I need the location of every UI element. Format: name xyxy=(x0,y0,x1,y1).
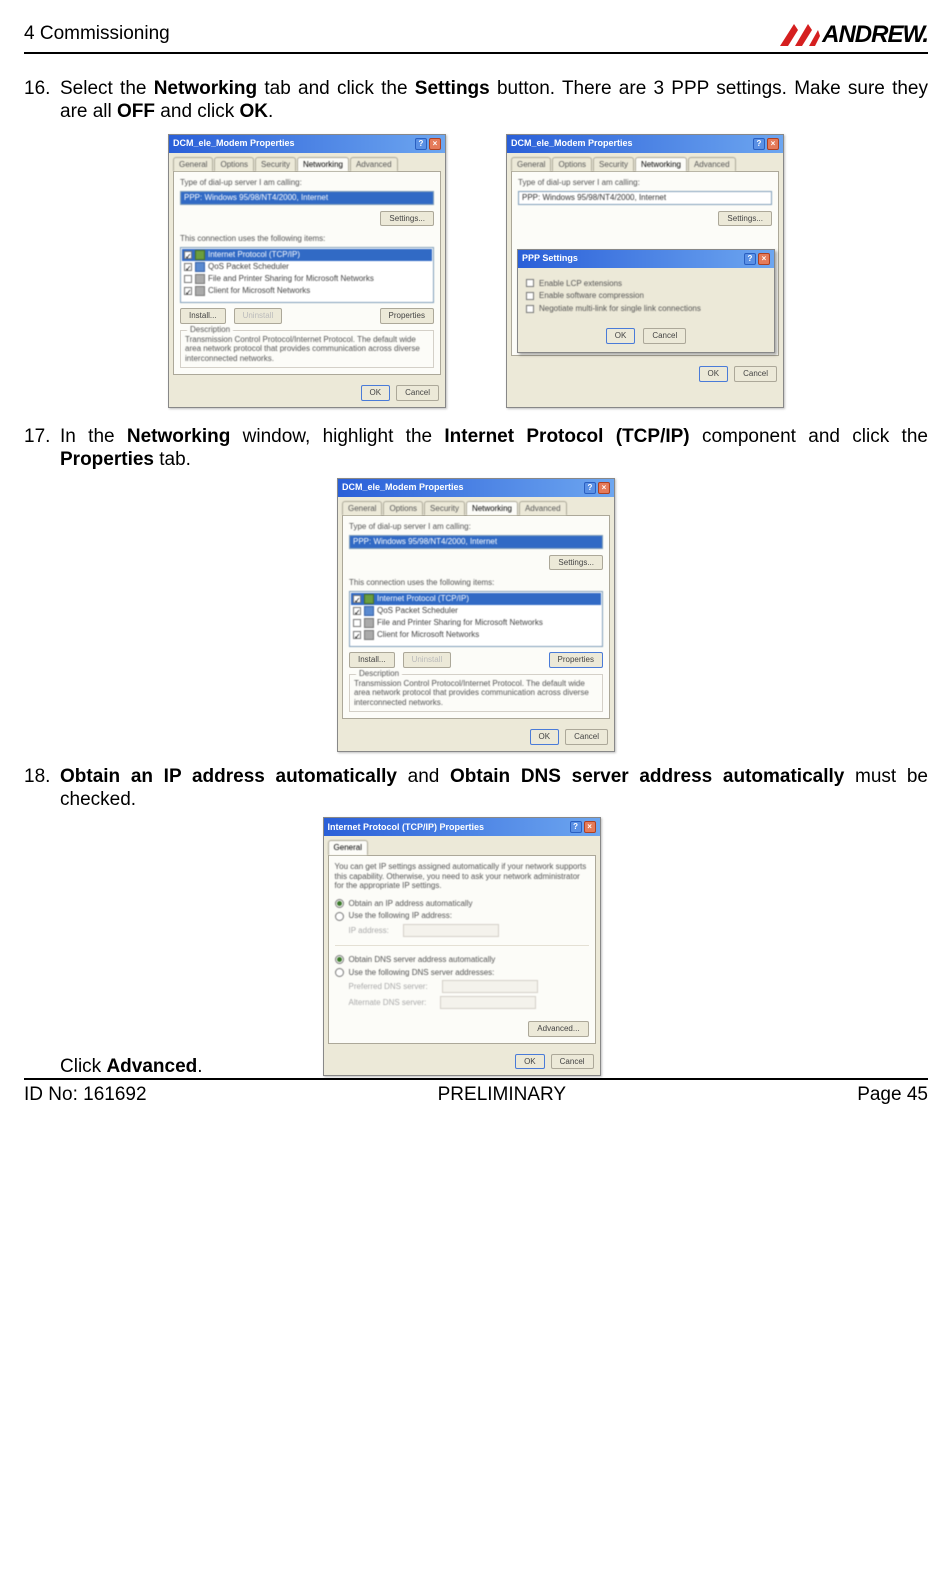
step-number: 16. xyxy=(24,78,60,124)
page-header: 4 Commissioning ANDREW. xyxy=(24,20,928,54)
ok-button[interactable]: OK xyxy=(699,366,729,382)
ppp-settings-dialog: PPP Settings ? × Enable LCP extensions E… xyxy=(517,249,775,353)
install-button[interactable]: Install... xyxy=(349,652,395,668)
dialog-titlebar: DCM_ele_Modem Properties ? × xyxy=(507,135,783,153)
properties-button[interactable]: Properties xyxy=(549,652,603,668)
close-icon[interactable]: × xyxy=(758,253,770,265)
server-type-combo[interactable]: PPP: Windows 95/98/NT4/2000, Internet xyxy=(180,191,434,205)
settings-button[interactable]: Settings... xyxy=(549,555,603,571)
settings-button[interactable]: Settings... xyxy=(718,211,772,227)
dns-auto-radio[interactable] xyxy=(335,955,344,964)
tab-advanced[interactable]: Advanced xyxy=(688,157,736,172)
ok-button[interactable]: OK xyxy=(606,328,636,344)
dialog-title: DCM_ele_Modem Properties xyxy=(173,138,295,149)
components-list[interactable]: Internet Protocol (TCP/IP) QoS Packet Sc… xyxy=(349,591,603,647)
components-list[interactable]: Internet Protocol (TCP/IP) QoS Packet Sc… xyxy=(180,247,434,303)
logo-text: ANDREW. xyxy=(822,21,928,50)
compression-checkbox[interactable] xyxy=(526,292,534,300)
dns-pref-field xyxy=(442,980,538,993)
uses-label: This connection uses the following items… xyxy=(180,234,434,244)
tab-general[interactable]: General xyxy=(173,157,213,172)
share-icon xyxy=(364,618,374,628)
tab-general[interactable]: General xyxy=(328,840,368,855)
qos-icon xyxy=(195,262,205,272)
ip-manual-radio[interactable] xyxy=(335,912,344,921)
tab-security[interactable]: Security xyxy=(593,157,634,172)
footer-id: ID No: 161692 xyxy=(24,1084,147,1107)
modem-properties-dialog-1: DCM_ele_Modem Properties ? × General Opt… xyxy=(168,134,446,408)
cancel-button[interactable]: Cancel xyxy=(551,1054,594,1070)
lcp-checkbox[interactable] xyxy=(526,279,534,287)
close-icon[interactable]: × xyxy=(598,482,610,494)
cancel-button[interactable]: Cancel xyxy=(565,729,608,745)
ip-auto-radio[interactable] xyxy=(335,899,344,908)
client-icon xyxy=(364,630,374,640)
footer-page: Page 45 xyxy=(857,1084,928,1107)
type-label: Type of dial-up server I am calling: xyxy=(180,178,434,188)
dialog-titlebar: DCM_ele_Modem Properties ? × xyxy=(169,135,445,153)
dns-alt-field xyxy=(440,996,536,1009)
cancel-button[interactable]: Cancel xyxy=(734,366,777,382)
close-icon[interactable]: × xyxy=(767,138,779,150)
step-17: 17. In the Networking window, highlight … xyxy=(24,426,928,472)
step-16-images: DCM_ele_Modem Properties ? × General Opt… xyxy=(24,134,928,408)
protocol-icon xyxy=(195,250,205,260)
protocol-icon xyxy=(364,594,374,604)
ok-button[interactable]: OK xyxy=(530,729,560,745)
help-icon[interactable]: ? xyxy=(744,253,756,265)
step-body: Select the Networking tab and click the … xyxy=(60,78,928,124)
tab-options[interactable]: Options xyxy=(552,157,592,172)
client-icon xyxy=(195,286,205,296)
ok-button[interactable]: OK xyxy=(361,385,391,401)
modem-properties-dialog-3: DCM_ele_Modem Properties ? × General Opt… xyxy=(337,478,615,752)
settings-button[interactable]: Settings... xyxy=(380,211,434,227)
tab-options[interactable]: Options xyxy=(214,157,254,172)
dialog-title: DCM_ele_Modem Properties xyxy=(511,138,633,149)
tab-general[interactable]: General xyxy=(511,157,551,172)
tab-networking[interactable]: Networking xyxy=(635,157,687,172)
ok-button[interactable]: OK xyxy=(515,1054,545,1070)
modem-properties-dialog-2: DCM_ele_Modem Properties ? × General Opt… xyxy=(506,134,784,408)
help-icon[interactable]: ? xyxy=(753,138,765,150)
qos-icon xyxy=(364,606,374,616)
uninstall-button[interactable]: Uninstall xyxy=(403,652,452,668)
page-footer: ID No: 161692 PRELIMINARY Page 45 xyxy=(24,1078,928,1107)
uninstall-button[interactable]: Uninstall xyxy=(234,308,283,324)
cancel-button[interactable]: Cancel xyxy=(396,385,439,401)
dns-manual-radio[interactable] xyxy=(335,968,344,977)
logo-mark-icon xyxy=(778,20,820,50)
footer-status: PRELIMINARY xyxy=(438,1084,566,1107)
tab-advanced[interactable]: Advanced xyxy=(350,157,398,172)
description-text: Transmission Control Protocol/Internet P… xyxy=(185,335,429,364)
install-button[interactable]: Install... xyxy=(180,308,226,324)
click-advanced-text: Click Advanced. xyxy=(24,1056,203,1079)
share-icon xyxy=(195,274,205,284)
step-body: In the Networking window, highlight the … xyxy=(60,426,928,472)
ip-intro-text: You can get IP settings assigned automat… xyxy=(335,862,589,891)
advanced-button[interactable]: Advanced... xyxy=(528,1021,588,1037)
step-17-image: DCM_ele_Modem Properties ? × General Opt… xyxy=(24,478,928,752)
multilink-checkbox[interactable] xyxy=(526,305,534,313)
step-18: 18. Obtain an IP address automatically a… xyxy=(24,766,928,812)
properties-button[interactable]: Properties xyxy=(380,308,434,324)
tcpip-properties-dialog: Internet Protocol (TCP/IP) Properties ? … xyxy=(323,817,601,1076)
step-number: 17. xyxy=(24,426,60,472)
tab-security[interactable]: Security xyxy=(255,157,296,172)
step-16: 16. Select the Networking tab and click … xyxy=(24,78,928,124)
dialog-tabs: General Options Security Networking Adva… xyxy=(169,153,445,172)
step-number: 18. xyxy=(24,766,60,812)
close-icon[interactable]: × xyxy=(429,138,441,150)
help-icon[interactable]: ? xyxy=(415,138,427,150)
ip-address-field xyxy=(403,924,499,937)
help-icon[interactable]: ? xyxy=(584,482,596,494)
step-body: Obtain an IP address automatically and O… xyxy=(60,766,928,812)
help-icon[interactable]: ? xyxy=(570,821,582,833)
close-icon[interactable]: × xyxy=(584,821,596,833)
tab-networking[interactable]: Networking xyxy=(297,157,349,172)
cancel-button[interactable]: Cancel xyxy=(643,328,686,344)
brand-logo: ANDREW. xyxy=(778,20,928,50)
section-label: 4 Commissioning xyxy=(24,23,170,50)
